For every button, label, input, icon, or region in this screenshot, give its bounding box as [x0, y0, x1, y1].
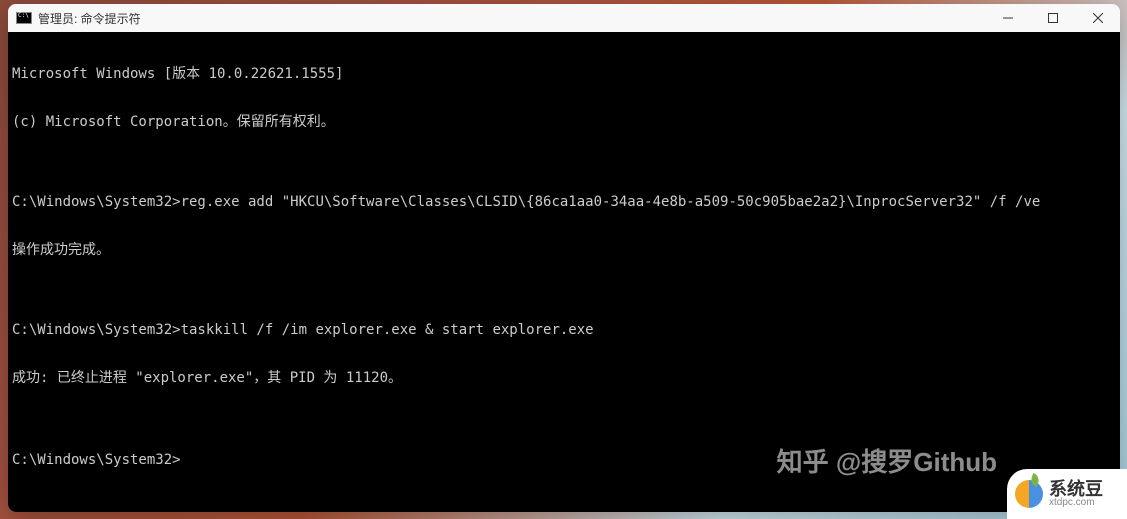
- terminal-cursor: [181, 450, 189, 464]
- terminal-output: Microsoft Windows [版本 10.0.22621.1555]: [12, 66, 1116, 82]
- window-controls: [985, 4, 1120, 32]
- minimize-button[interactable]: [985, 4, 1030, 32]
- cmd-window: 管理员: 命令提示符 Microsoft Windows [版本 10.0.22…: [8, 4, 1120, 512]
- maximize-button[interactable]: [1030, 4, 1075, 32]
- terminal-current-prompt: C:\Windows\System32>: [12, 450, 1116, 468]
- terminal-output: (c) Microsoft Corporation。保留所有权利。: [12, 114, 1116, 130]
- terminal-command-line: C:\Windows\System32>reg.exe add "HKCU\So…: [12, 194, 1116, 210]
- titlebar[interactable]: 管理员: 命令提示符: [8, 4, 1120, 32]
- terminal-output: 成功: 已终止进程 "explorer.exe"，其 PID 为 11120。: [12, 370, 1116, 386]
- terminal-command-line: C:\Windows\System32>taskkill /f /im expl…: [12, 322, 1116, 338]
- terminal-output: 操作成功完成。: [12, 242, 1116, 258]
- terminal-prompt: C:\Windows\System32>: [12, 322, 181, 338]
- close-button[interactable]: [1075, 4, 1120, 32]
- terminal-command: taskkill /f /im explorer.exe & start exp…: [181, 322, 594, 338]
- window-title: 管理员: 命令提示符: [38, 10, 141, 27]
- terminal-area[interactable]: Microsoft Windows [版本 10.0.22621.1555] (…: [8, 32, 1120, 512]
- terminal-command: reg.exe add "HKCU\Software\Classes\CLSID…: [181, 194, 1041, 210]
- cmd-app-icon: [16, 10, 32, 26]
- terminal-prompt: C:\Windows\System32>: [12, 194, 181, 210]
- terminal-prompt: C:\Windows\System32>: [12, 452, 181, 468]
